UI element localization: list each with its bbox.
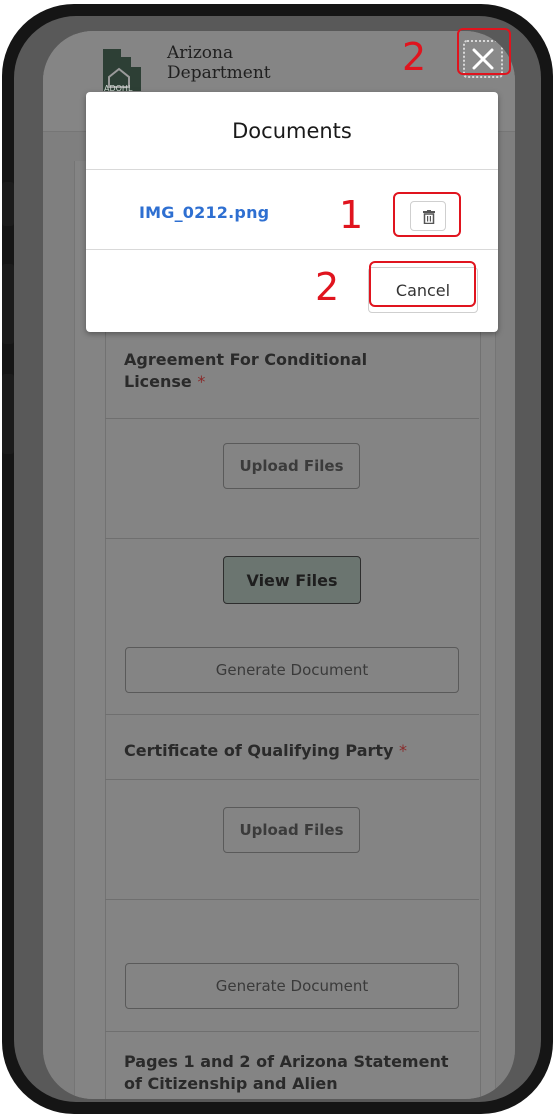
certificate-label: Certificate of Qualifying Party * — [124, 741, 408, 760]
annotation-box-close — [457, 28, 511, 75]
upload-files-button[interactable]: Upload Files — [223, 807, 360, 853]
logo-line-2: Department — [167, 63, 271, 83]
annotation-box-delete — [393, 192, 461, 237]
phone-side-button — [2, 264, 14, 344]
view-files-button[interactable]: View Files — [223, 556, 361, 604]
upload-files-button[interactable]: Upload Files — [223, 443, 360, 489]
phone-side-button — [2, 374, 14, 454]
annotation-number: 1 — [339, 193, 364, 237]
divider — [105, 714, 479, 715]
annotation-number: 2 — [315, 265, 340, 309]
modal-divider — [86, 249, 498, 250]
divider — [105, 1031, 479, 1032]
annotation-number: 2 — [402, 35, 427, 79]
phone-side-button — [2, 182, 14, 226]
generate-document-button[interactable]: Generate Document — [125, 963, 459, 1009]
logo-line-1: Arizona — [167, 43, 234, 63]
divider — [105, 418, 479, 419]
file-link[interactable]: IMG_0212.png — [139, 203, 269, 222]
divider — [105, 779, 479, 780]
generate-document-button[interactable]: Generate Document — [125, 647, 459, 693]
modal-divider — [86, 169, 498, 170]
agreement-label: Agreement For Conditional License * — [124, 350, 368, 391]
phone-frame: ADOHL Arizona Department Agreement For C… — [2, 4, 553, 1114]
modal-title: Documents — [232, 118, 352, 143]
pages-label: Pages 1 and 2 of Arizona Statement of Ci… — [124, 1052, 449, 1093]
divider — [105, 538, 479, 539]
department-name: Arizona Department — [167, 43, 271, 83]
department-logo-icon: ADOHL — [103, 49, 141, 93]
divider — [105, 899, 479, 900]
annotation-box-cancel — [369, 261, 476, 307]
